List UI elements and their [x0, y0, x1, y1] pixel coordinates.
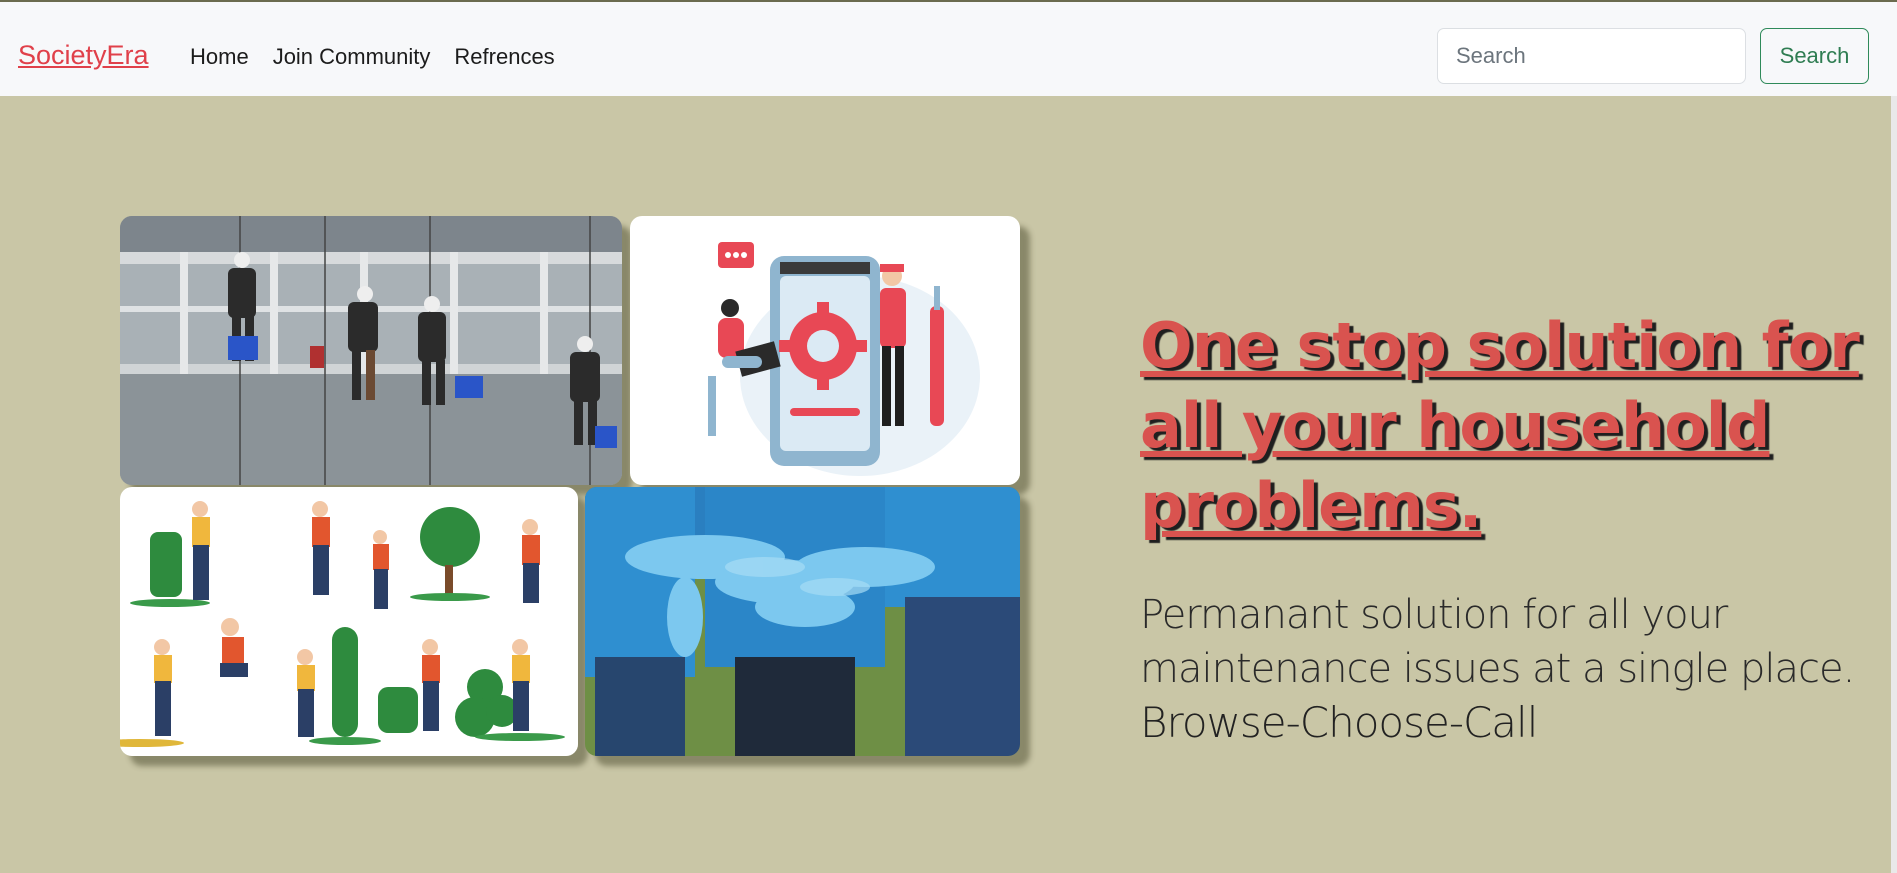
team-hands-image	[585, 487, 1020, 756]
navbar: SocietyEra Home Join Community Refrences…	[0, 0, 1897, 96]
page-scrollbar[interactable]	[1891, 96, 1897, 873]
hero-headline: One stop solution for all your household…	[1140, 309, 1860, 542]
hero-subline-text: Permanant solution for all your maintena…	[1140, 592, 1855, 692]
nav-links: Home Join Community Refrences	[190, 44, 555, 70]
nav-link-refrences[interactable]: Refrences	[454, 44, 554, 70]
nav-link-join-community[interactable]: Join Community	[273, 44, 431, 70]
image-gallery	[120, 216, 1020, 756]
gardeners-illustration	[120, 487, 578, 756]
nav-link-home[interactable]: Home	[190, 44, 249, 70]
hero-tagline: Browse-Choose-Call	[1140, 698, 1538, 747]
window-cleaners-image	[120, 216, 622, 485]
search-input[interactable]	[1437, 28, 1746, 84]
hero-text: One stop solution for all your household…	[1140, 306, 1860, 751]
search-button[interactable]: Search	[1760, 28, 1869, 84]
repair-service-illustration	[630, 216, 1020, 485]
brand-link[interactable]: SocietyEra	[18, 40, 149, 71]
hero-subline: Permanant solution for all your maintena…	[1140, 588, 1860, 751]
